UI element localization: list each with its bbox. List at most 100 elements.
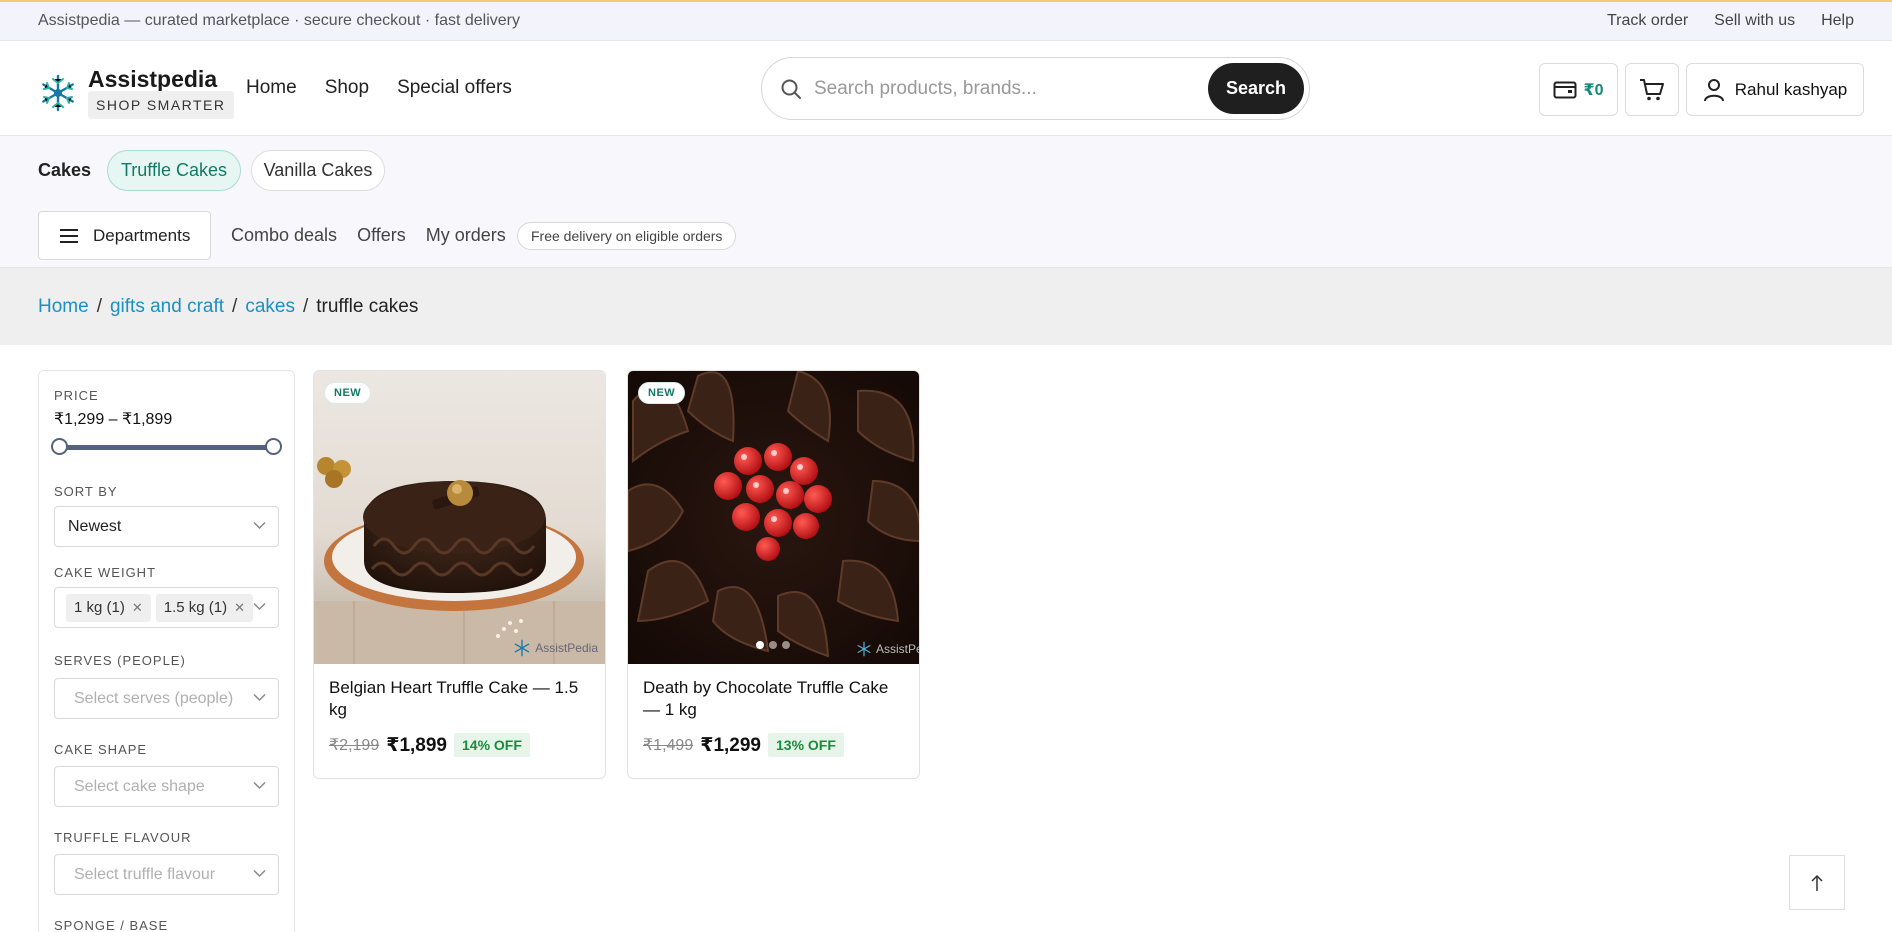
- truffle-flavour-label: TRUFFLE FLAVOUR: [54, 830, 192, 845]
- carousel-dot[interactable]: [769, 641, 777, 649]
- cake-shape-select[interactable]: Select cake shape: [54, 766, 279, 807]
- belgian-truffle-cake-image: [314, 371, 605, 664]
- watermark-text: AssistPedia: [535, 641, 598, 655]
- offers-link[interactable]: Offers: [357, 225, 406, 246]
- free-delivery-badge: Free delivery on eligible orders: [517, 222, 737, 250]
- my-orders-link[interactable]: My orders: [426, 225, 506, 246]
- back-to-top-button[interactable]: [1789, 855, 1845, 910]
- snowflake-logo-icon: [857, 641, 871, 657]
- discount-badge: 14% OFF: [454, 733, 530, 757]
- breadcrumb-gifts-and-craft[interactable]: gifts and craft: [110, 296, 224, 318]
- combo-deals-link[interactable]: Combo deals: [231, 225, 337, 246]
- sponge-base-label: SPONGE / BASE: [54, 918, 169, 932]
- product-card[interactable]: NEW AssistPedia Death by Chocolate Truff…: [627, 370, 920, 779]
- site-header: Assistpedia SHOP SMARTER Home Shop Speci…: [0, 41, 1892, 136]
- watermark-text: AssistPedia: [876, 642, 919, 656]
- announcement-text: Assistpedia — curated marketplace · secu…: [38, 12, 520, 29]
- truffle-flavour-select[interactable]: Select truffle flavour: [54, 854, 279, 895]
- original-price: ₹2,199: [329, 737, 380, 754]
- serves-placeholder: Select serves (people): [74, 689, 234, 707]
- close-icon[interactable]: ✕: [132, 600, 143, 616]
- category-bar: Cakes Truffle Cakes Vanilla Cakes Depart…: [0, 136, 1892, 268]
- chevron-down-icon: [253, 781, 266, 790]
- wallet-balance: ₹0: [1583, 81, 1604, 99]
- help-link[interactable]: Help: [1821, 12, 1854, 30]
- chevron-down-icon: [253, 693, 266, 702]
- main-nav: Home Shop Special offers: [246, 77, 512, 99]
- sort-by-label: SORT BY: [54, 484, 118, 499]
- price-filter-label: PRICE: [54, 388, 99, 403]
- breadcrumb-cakes[interactable]: cakes: [245, 296, 295, 318]
- brand-logo[interactable]: Assistpedia SHOP SMARTER: [38, 67, 239, 119]
- close-icon[interactable]: ✕: [234, 600, 245, 616]
- snowflake-logo-icon: [42, 74, 74, 112]
- cake-shape-label: CAKE SHAPE: [54, 742, 148, 757]
- breadcrumb: Home / gifts and craft / cakes / truffle…: [0, 268, 1892, 345]
- breadcrumb-current: truffle cakes: [316, 295, 419, 317]
- search-input[interactable]: [814, 77, 1194, 100]
- product-image[interactable]: NEW AssistPedia: [314, 371, 605, 664]
- filter-sidebar: PRICE ₹1,299 – ₹1,899 SORT BY Newest CAK…: [38, 370, 295, 932]
- breadcrumb-home[interactable]: Home: [38, 296, 89, 318]
- sort-by-value: Newest: [68, 517, 122, 535]
- price-max-handle[interactable]: [265, 438, 282, 455]
- user-name: Rahul kashyap: [1734, 79, 1848, 99]
- cake-shape-placeholder: Select cake shape: [74, 777, 205, 795]
- nav-home[interactable]: Home: [246, 77, 297, 99]
- serves-label: SERVES (PEOPLE): [54, 653, 186, 668]
- brand-name: Assistpedia: [88, 66, 218, 92]
- nav-shop[interactable]: Shop: [325, 77, 369, 99]
- watermark: AssistPedia: [513, 639, 598, 657]
- menu-icon: [60, 228, 78, 243]
- sort-by-select[interactable]: Newest: [54, 506, 279, 547]
- snowflake-logo-icon: [515, 639, 530, 657]
- cart-icon: [1640, 78, 1664, 100]
- announcement-bar: Assistpedia — curated marketplace · secu…: [0, 0, 1892, 41]
- user-account-button[interactable]: Rahul kashyap: [1686, 63, 1864, 116]
- brand-tagline: SHOP SMARTER: [88, 91, 234, 119]
- carousel-dot-active[interactable]: [756, 641, 764, 649]
- price-slider-track[interactable]: [58, 445, 274, 450]
- price-range-value: ₹1,299 – ₹1,899: [54, 411, 173, 428]
- product-image[interactable]: NEW AssistPedia: [628, 371, 919, 664]
- product-title[interactable]: Death by Chocolate Truffle Cake — 1 kg: [643, 677, 908, 721]
- utility-links: Track order Sell with us Help: [1607, 12, 1854, 30]
- death-by-chocolate-cake-image: [628, 371, 919, 664]
- chip-truffle-cakes[interactable]: Truffle Cakes: [107, 150, 241, 191]
- truffle-flavour-placeholder: Select truffle flavour: [74, 865, 216, 883]
- wallet-button[interactable]: ₹0: [1539, 63, 1618, 116]
- chip-vanilla-cakes[interactable]: Vanilla Cakes: [251, 150, 385, 191]
- user-icon: [1703, 78, 1724, 101]
- search-bar: Search: [761, 57, 1310, 120]
- new-badge: NEW: [638, 382, 686, 404]
- departments-button[interactable]: Departments: [38, 211, 211, 260]
- sell-with-us-link[interactable]: Sell with us: [1714, 12, 1795, 30]
- serves-select[interactable]: Select serves (people): [54, 678, 279, 719]
- price-row: ₹1,499 ₹1,299 13% OFF: [643, 733, 844, 757]
- watermark: AssistPedia: [856, 641, 919, 657]
- weight-tag-1kg: 1 kg (1) ✕: [66, 593, 151, 622]
- carousel-dot[interactable]: [782, 641, 790, 649]
- cake-weight-select[interactable]: 1 kg (1) ✕ 1.5 kg (1) ✕: [54, 587, 279, 628]
- nav-special-offers[interactable]: Special offers: [397, 77, 512, 99]
- chevron-down-icon: [253, 521, 266, 530]
- sale-price: ₹1,899: [386, 734, 447, 756]
- price-min-handle[interactable]: [51, 438, 68, 455]
- product-title[interactable]: Belgian Heart Truffle Cake — 1.5 kg: [329, 677, 594, 721]
- weight-tag-label: 1.5 kg (1): [163, 599, 228, 616]
- sale-price: ₹1,299: [700, 734, 761, 756]
- weight-tag-label: 1 kg (1): [74, 599, 125, 616]
- weight-tag-1-5kg: 1.5 kg (1) ✕: [155, 593, 254, 622]
- chevron-down-icon: [253, 602, 266, 611]
- carousel-dots: [756, 641, 790, 649]
- departments-label: Departments: [93, 225, 191, 245]
- chevron-down-icon: [253, 869, 266, 878]
- cake-weight-label: CAKE WEIGHT: [54, 565, 157, 580]
- search-button[interactable]: Search: [1208, 63, 1304, 114]
- price-row: ₹2,199 ₹1,899 14% OFF: [329, 733, 530, 757]
- cart-button[interactable]: [1625, 63, 1679, 116]
- arrow-up-icon: [1811, 874, 1823, 891]
- track-order-link[interactable]: Track order: [1607, 12, 1688, 30]
- category-title: Cakes: [38, 160, 92, 180]
- product-card[interactable]: NEW AssistPedia Belgian Heart Truffle Ca…: [313, 370, 606, 779]
